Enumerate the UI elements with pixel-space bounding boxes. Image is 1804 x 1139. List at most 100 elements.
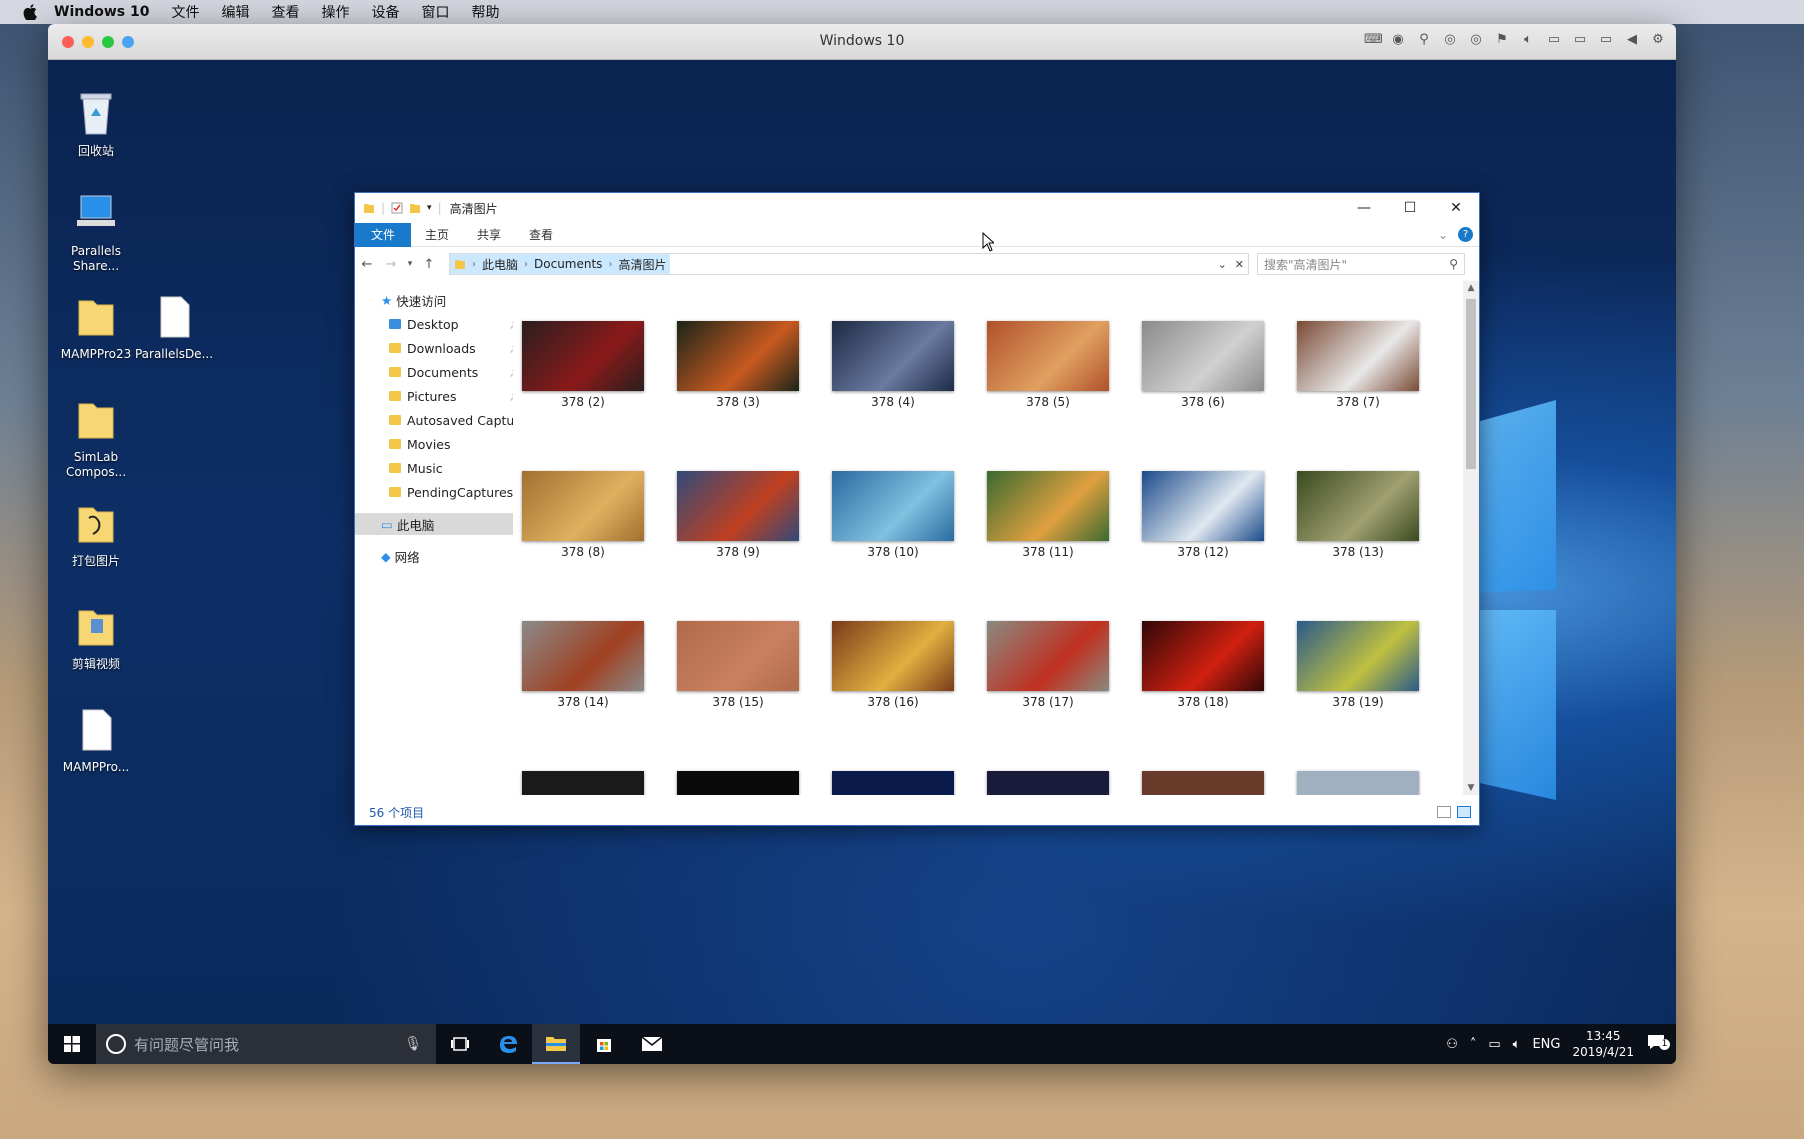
volume-icon[interactable]: 🔈︎ [1513, 1037, 1521, 1052]
shared-folder-icon[interactable]: ▭ [1598, 32, 1614, 48]
sound-icon[interactable]: 🔈︎ [1520, 32, 1536, 48]
sidebar-quick-access[interactable]: ★ 快速访问 [381, 289, 446, 311]
file-item-partial[interactable] [1296, 771, 1420, 795]
file-item-partial[interactable] [986, 771, 1110, 795]
network-icon[interactable]: ▭ [1488, 1037, 1500, 1052]
sidebar-item-documents[interactable]: Documents 📌︎ [389, 361, 513, 383]
address-bar[interactable]: › 此电脑 › Documents › 高清图片 ⌄ ✕ [449, 253, 1249, 275]
desktop-icon-parallelsde[interactable]: ParallelsDe... [134, 293, 214, 362]
tab-home[interactable]: 主页 [411, 223, 463, 247]
file-item[interactable]: 378 (15) [676, 621, 800, 709]
menu-view[interactable]: 查看 [271, 2, 299, 22]
search-input[interactable]: 搜索"高清图片" ⚲ [1257, 253, 1465, 275]
menu-edit[interactable]: 编辑 [221, 2, 249, 22]
file-item[interactable]: 378 (10) [831, 471, 955, 559]
language-indicator[interactable]: ENG [1532, 1037, 1560, 1052]
details-view-icon[interactable] [1437, 806, 1451, 818]
dvd-icon[interactable]: ◎ [1468, 32, 1484, 48]
file-item[interactable]: 378 (16) [831, 621, 955, 709]
back-icon[interactable]: ◀ [1624, 32, 1640, 48]
keyboard-icon[interactable]: ⌨ [1364, 32, 1383, 48]
network-icon[interactable]: ⚑ [1494, 32, 1510, 48]
file-item[interactable]: 378 (8) [521, 471, 645, 559]
menu-help[interactable]: 帮助 [471, 2, 499, 22]
file-item[interactable]: 378 (2) [521, 321, 645, 409]
menu-devices[interactable]: 设备 [371, 2, 399, 22]
menu-window[interactable]: 窗口 [421, 2, 449, 22]
file-item[interactable]: 378 (17) [986, 621, 1110, 709]
search-icon[interactable]: ⚲ [1449, 257, 1458, 271]
sidebar-item-this-pc[interactable]: ▭ 此电脑 [355, 513, 513, 535]
start-button[interactable] [48, 1024, 96, 1064]
minimize-button[interactable]: — [1341, 193, 1387, 223]
vertical-scrollbar[interactable]: ▲ ▼ [1463, 281, 1479, 795]
desktop-icon-simlab[interactable]: SimLab Compos... [56, 396, 136, 480]
file-item[interactable]: 378 (6) [1141, 321, 1265, 409]
mail-button[interactable] [628, 1024, 676, 1064]
sidebar-item-movies[interactable]: Movies [389, 433, 451, 455]
file-item[interactable]: 378 (11) [986, 471, 1110, 559]
new-folder-icon[interactable] [409, 202, 421, 214]
desktop-icon-edit-video[interactable]: 剪辑视频 [56, 603, 136, 672]
notification-center-icon[interactable]: 1 [1646, 1033, 1670, 1055]
microphone-icon[interactable]: 🎙︎ [404, 1036, 422, 1052]
printer-icon[interactable]: ▭ [1546, 32, 1562, 48]
desktop-icon-pack-images[interactable]: 打包图片 [56, 500, 136, 569]
menu-app-name[interactable]: Windows 10 [54, 4, 149, 20]
file-item[interactable]: 378 (18) [1141, 621, 1265, 709]
store-button[interactable] [580, 1024, 628, 1064]
close-button[interactable]: ✕ [1433, 193, 1479, 223]
apple-icon[interactable] [20, 4, 40, 20]
people-icon[interactable]: ⚇ [1446, 1037, 1458, 1052]
clock[interactable]: 13:45 2019/4/21 [1572, 1028, 1634, 1060]
file-item[interactable]: 378 (3) [676, 321, 800, 409]
scroll-up-icon[interactable]: ▲ [1463, 283, 1479, 293]
desktop-icon-mamppro23[interactable]: MAMPPro23 [56, 293, 136, 362]
file-item[interactable]: 378 (19) [1296, 621, 1420, 709]
clear-address-icon[interactable]: ✕ [1235, 258, 1244, 271]
back-button[interactable]: ← [355, 252, 379, 276]
breadcrumb-documents[interactable]: Documents [534, 257, 602, 271]
forward-button[interactable]: → [379, 252, 403, 276]
tab-view[interactable]: 查看 [515, 223, 567, 247]
edge-button[interactable] [484, 1024, 532, 1064]
file-item-partial[interactable] [1141, 771, 1265, 795]
desktop-icon-mamppro[interactable]: MAMPPro... [56, 706, 136, 775]
desktop-icon-recycle-bin[interactable]: 回收站 [56, 90, 136, 159]
sidebar-item-network[interactable]: ◆ 网络 [381, 545, 420, 567]
usb-icon[interactable]: ⚲ [1416, 32, 1432, 48]
cortana-search-box[interactable]: 有问题尽管问我 🎙︎ [96, 1024, 436, 1064]
up-button[interactable]: ↑ [417, 252, 441, 276]
file-item[interactable]: 378 (7) [1296, 321, 1420, 409]
tab-file[interactable]: 文件 [355, 222, 411, 247]
file-item[interactable]: 378 (4) [831, 321, 955, 409]
chevron-up-icon[interactable]: ˄ [1470, 1037, 1477, 1052]
scroll-down-icon[interactable]: ▼ [1463, 783, 1479, 793]
sidebar-item-autosaved-captures[interactable]: Autosaved Captures [389, 409, 513, 431]
task-view-button[interactable] [436, 1024, 484, 1064]
chevron-down-icon[interactable]: ▾ [427, 203, 432, 213]
file-item[interactable]: 378 (9) [676, 471, 800, 559]
file-item-partial[interactable] [676, 771, 800, 795]
scrollbar-thumb[interactable] [1466, 299, 1476, 469]
file-item[interactable]: 378 (5) [986, 321, 1110, 409]
file-item[interactable]: 378 (12) [1141, 471, 1265, 559]
disk-icon[interactable]: ◉ [1390, 32, 1406, 48]
camera-icon[interactable]: ▭ [1572, 32, 1588, 48]
file-item-partial[interactable] [521, 771, 645, 795]
file-item-partial[interactable] [831, 771, 955, 795]
maximize-button[interactable]: ☐ [1387, 193, 1433, 223]
menu-file[interactable]: 文件 [171, 2, 199, 22]
file-explorer-button[interactable] [532, 1024, 580, 1064]
sidebar-item-music[interactable]: Music [389, 457, 443, 479]
desktop-icon-parallels-share[interactable]: Parallels Share... [56, 190, 136, 274]
sidebar-item-desktop[interactable]: Desktop 📌︎ [389, 313, 513, 335]
tab-share[interactable]: 共享 [463, 223, 515, 247]
properties-icon[interactable] [391, 202, 403, 214]
sidebar-item-pictures[interactable]: Pictures 📌︎ [389, 385, 513, 407]
address-dropdown-icon[interactable]: ⌄ [1218, 258, 1227, 271]
file-item[interactable]: 378 (13) [1296, 471, 1420, 559]
recent-locations-button[interactable]: ▾ [403, 252, 417, 276]
large-icons-view-icon[interactable] [1457, 806, 1471, 818]
breadcrumb-current[interactable]: 高清图片 [618, 256, 666, 273]
